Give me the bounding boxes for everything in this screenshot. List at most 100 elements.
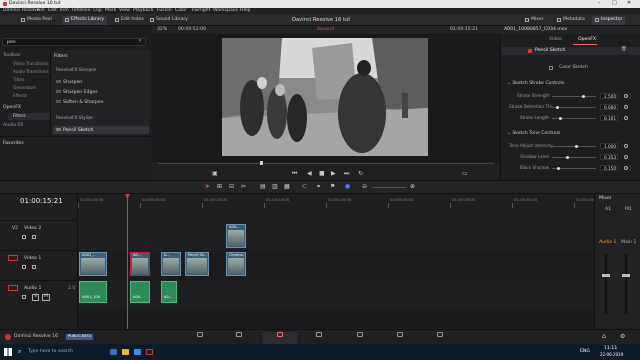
replace-clip-icon[interactable]: ▦ — [284, 184, 290, 190]
maximize-button[interactable]: □ — [612, 1, 617, 6]
link-icon[interactable]: ⚭ — [316, 184, 321, 190]
skip-start-icon[interactable]: ⏮ — [292, 171, 297, 177]
destination-control[interactable] — [8, 255, 18, 261]
menu-workspace[interactable]: Workspace — [213, 8, 238, 14]
tree-openfx[interactable]: OpenFX — [3, 105, 21, 111]
menu-playback[interactable]: Playback — [133, 8, 154, 14]
filter-item-pencil-sketch[interactable]: Pencil Sketch — [56, 128, 93, 134]
zoom-level[interactable]: 32% — [157, 27, 167, 33]
tree-audio-transitions[interactable]: Audio Transitions — [13, 69, 49, 74]
selection-tool-icon[interactable]: ➤ — [205, 184, 210, 190]
clear-search-icon[interactable]: ✕ — [138, 39, 142, 45]
overwrite-clip-icon[interactable]: ▥ — [272, 184, 278, 190]
page-fusion[interactable]: Fusion — [302, 332, 336, 354]
menu-mark[interactable]: Mark — [105, 8, 116, 14]
filter-item-sharpen[interactable]: Sharpen — [56, 80, 82, 86]
marker-icon[interactable]: ● — [345, 184, 350, 190]
fader-main[interactable] — [622, 274, 630, 277]
mute-button[interactable]: M — [42, 294, 50, 301]
tab-video[interactable]: Video — [549, 37, 562, 43]
color-sketch-checkbox[interactable] — [549, 66, 553, 70]
autoselect-icon[interactable] — [32, 265, 36, 269]
page-media[interactable]: Media — [183, 332, 217, 354]
search-input[interactable]: pen — [7, 40, 16, 46]
minimize-button[interactable]: – — [598, 1, 601, 6]
resolve-taskbar-icon[interactable] — [146, 349, 153, 355]
menu-davinci[interactable]: DaVinci Resolve — [3, 8, 40, 14]
trim-tool-icon[interactable]: ⊞ — [217, 184, 222, 190]
loop-icon[interactable]: ↻ — [358, 171, 363, 177]
metadata-button[interactable]: Metadata — [554, 16, 588, 25]
close-button[interactable]: ✕ — [627, 1, 631, 6]
lock-track-icon[interactable] — [22, 235, 26, 239]
tree-audio-fx[interactable]: Audio FX — [3, 123, 23, 129]
menu-view[interactable]: View — [119, 8, 130, 14]
destination-control[interactable] — [8, 285, 18, 291]
inspector-button[interactable]: Inspector — [592, 15, 626, 25]
zoom-slider[interactable] — [372, 187, 406, 188]
tab-openfx[interactable]: OpenFX — [578, 37, 596, 43]
section-tone-controls[interactable]: ⌄ Sketch Tone Controls — [507, 131, 560, 137]
filter-item-sharpen-edges[interactable]: Sharpen Edges — [56, 90, 98, 96]
autoselect-icon[interactable] — [32, 235, 36, 239]
page-cut[interactable]: Cut — [222, 332, 256, 354]
lock-track-icon[interactable] — [22, 295, 26, 299]
menu-fusion[interactable]: Fusion — [157, 8, 172, 14]
effect-enable-icon[interactable] — [528, 49, 532, 53]
home-icon[interactable]: ⌂ — [602, 334, 606, 340]
section-stroke-controls[interactable]: ⌄ Sketch Stroke Controls — [507, 81, 564, 87]
page-fairlight[interactable]: Fairlight — [383, 332, 417, 354]
timeline-ruler[interactable]: 01:00:00:00 01:00:05:00 01:00:10:00 01:00:1… — [78, 194, 599, 208]
file-explorer-icon[interactable] — [122, 349, 129, 355]
menu-help[interactable]: Help — [240, 8, 250, 14]
page-edit[interactable]: Edit — [263, 332, 297, 354]
clock-time[interactable]: 11:11 — [604, 346, 617, 352]
match-frame-icon[interactable]: ▭ — [462, 171, 468, 177]
menu-fairlight[interactable]: Fairlight — [192, 8, 210, 14]
blade-tool-icon[interactable]: ✂ — [241, 184, 246, 190]
snapping-icon[interactable]: ⊂ — [302, 184, 307, 190]
media-pool-button[interactable]: Media Pool — [18, 16, 55, 25]
play-reverse-icon[interactable]: ◀ — [307, 171, 312, 177]
view-options-icon[interactable]: ▣ — [212, 171, 218, 177]
effects-library-button[interactable]: Effects Library — [62, 15, 108, 25]
timeline-name[interactable]: Second — [317, 27, 334, 33]
effect-delete-icon[interactable]: 🗑 — [621, 47, 627, 53]
flag-icon[interactable]: ⚑ — [330, 184, 335, 190]
menu-file[interactable]: File — [37, 8, 45, 14]
scrubber-track[interactable] — [158, 163, 494, 164]
search-icon[interactable]: ⌕ — [18, 349, 21, 355]
filter-item-soften-sharpen[interactable]: Soften & Sharpen — [56, 100, 104, 106]
tree-toolbox[interactable]: Toolbox — [3, 53, 20, 59]
skip-end-icon[interactable]: ⏭ — [344, 171, 349, 177]
tree-titles[interactable]: Titles — [13, 77, 24, 82]
fader-a1[interactable] — [602, 274, 610, 277]
menu-edit[interactable]: Edit — [48, 8, 57, 14]
stop-icon[interactable]: ■ — [319, 171, 325, 177]
play-icon[interactable]: ▶ — [331, 171, 336, 177]
menu-timeline[interactable]: Timeline — [71, 8, 91, 14]
windows-start-icon[interactable] — [4, 348, 12, 356]
tree-effects[interactable]: Effects — [13, 93, 27, 98]
tree-generators[interactable]: Generators — [13, 85, 36, 90]
menu-color[interactable]: Color — [175, 8, 187, 14]
edge-icon[interactable] — [134, 349, 141, 355]
lock-track-icon[interactable] — [22, 265, 26, 269]
page-deliver[interactable]: Deliver — [423, 332, 457, 354]
tree-video-transitions[interactable]: Video Transitions — [13, 61, 49, 66]
zoom-in-icon[interactable]: ⊕ — [410, 184, 415, 190]
language-indicator[interactable]: ENG — [580, 349, 590, 355]
insert-clip-icon[interactable]: ▤ — [260, 184, 266, 190]
search-box[interactable]: pen ✕ — [2, 38, 146, 46]
timeline-tracks[interactable] — [78, 208, 594, 329]
sound-library-button[interactable]: Sound Library — [147, 16, 191, 25]
effect-row[interactable]: Pencil Sketch 🗑 — [501, 47, 640, 55]
scrubber-handle[interactable] — [260, 161, 263, 165]
menu-clip[interactable]: Clip — [93, 8, 102, 14]
mixer-button[interactable]: Mixer — [522, 16, 547, 25]
menu-trim[interactable]: Trim — [59, 8, 69, 14]
edit-index-button[interactable]: Edit Index — [112, 16, 147, 25]
tree-filters[interactable]: Filters — [13, 113, 26, 118]
playhead[interactable] — [127, 194, 128, 329]
zoom-out-icon[interactable]: ⊖ — [362, 184, 367, 190]
